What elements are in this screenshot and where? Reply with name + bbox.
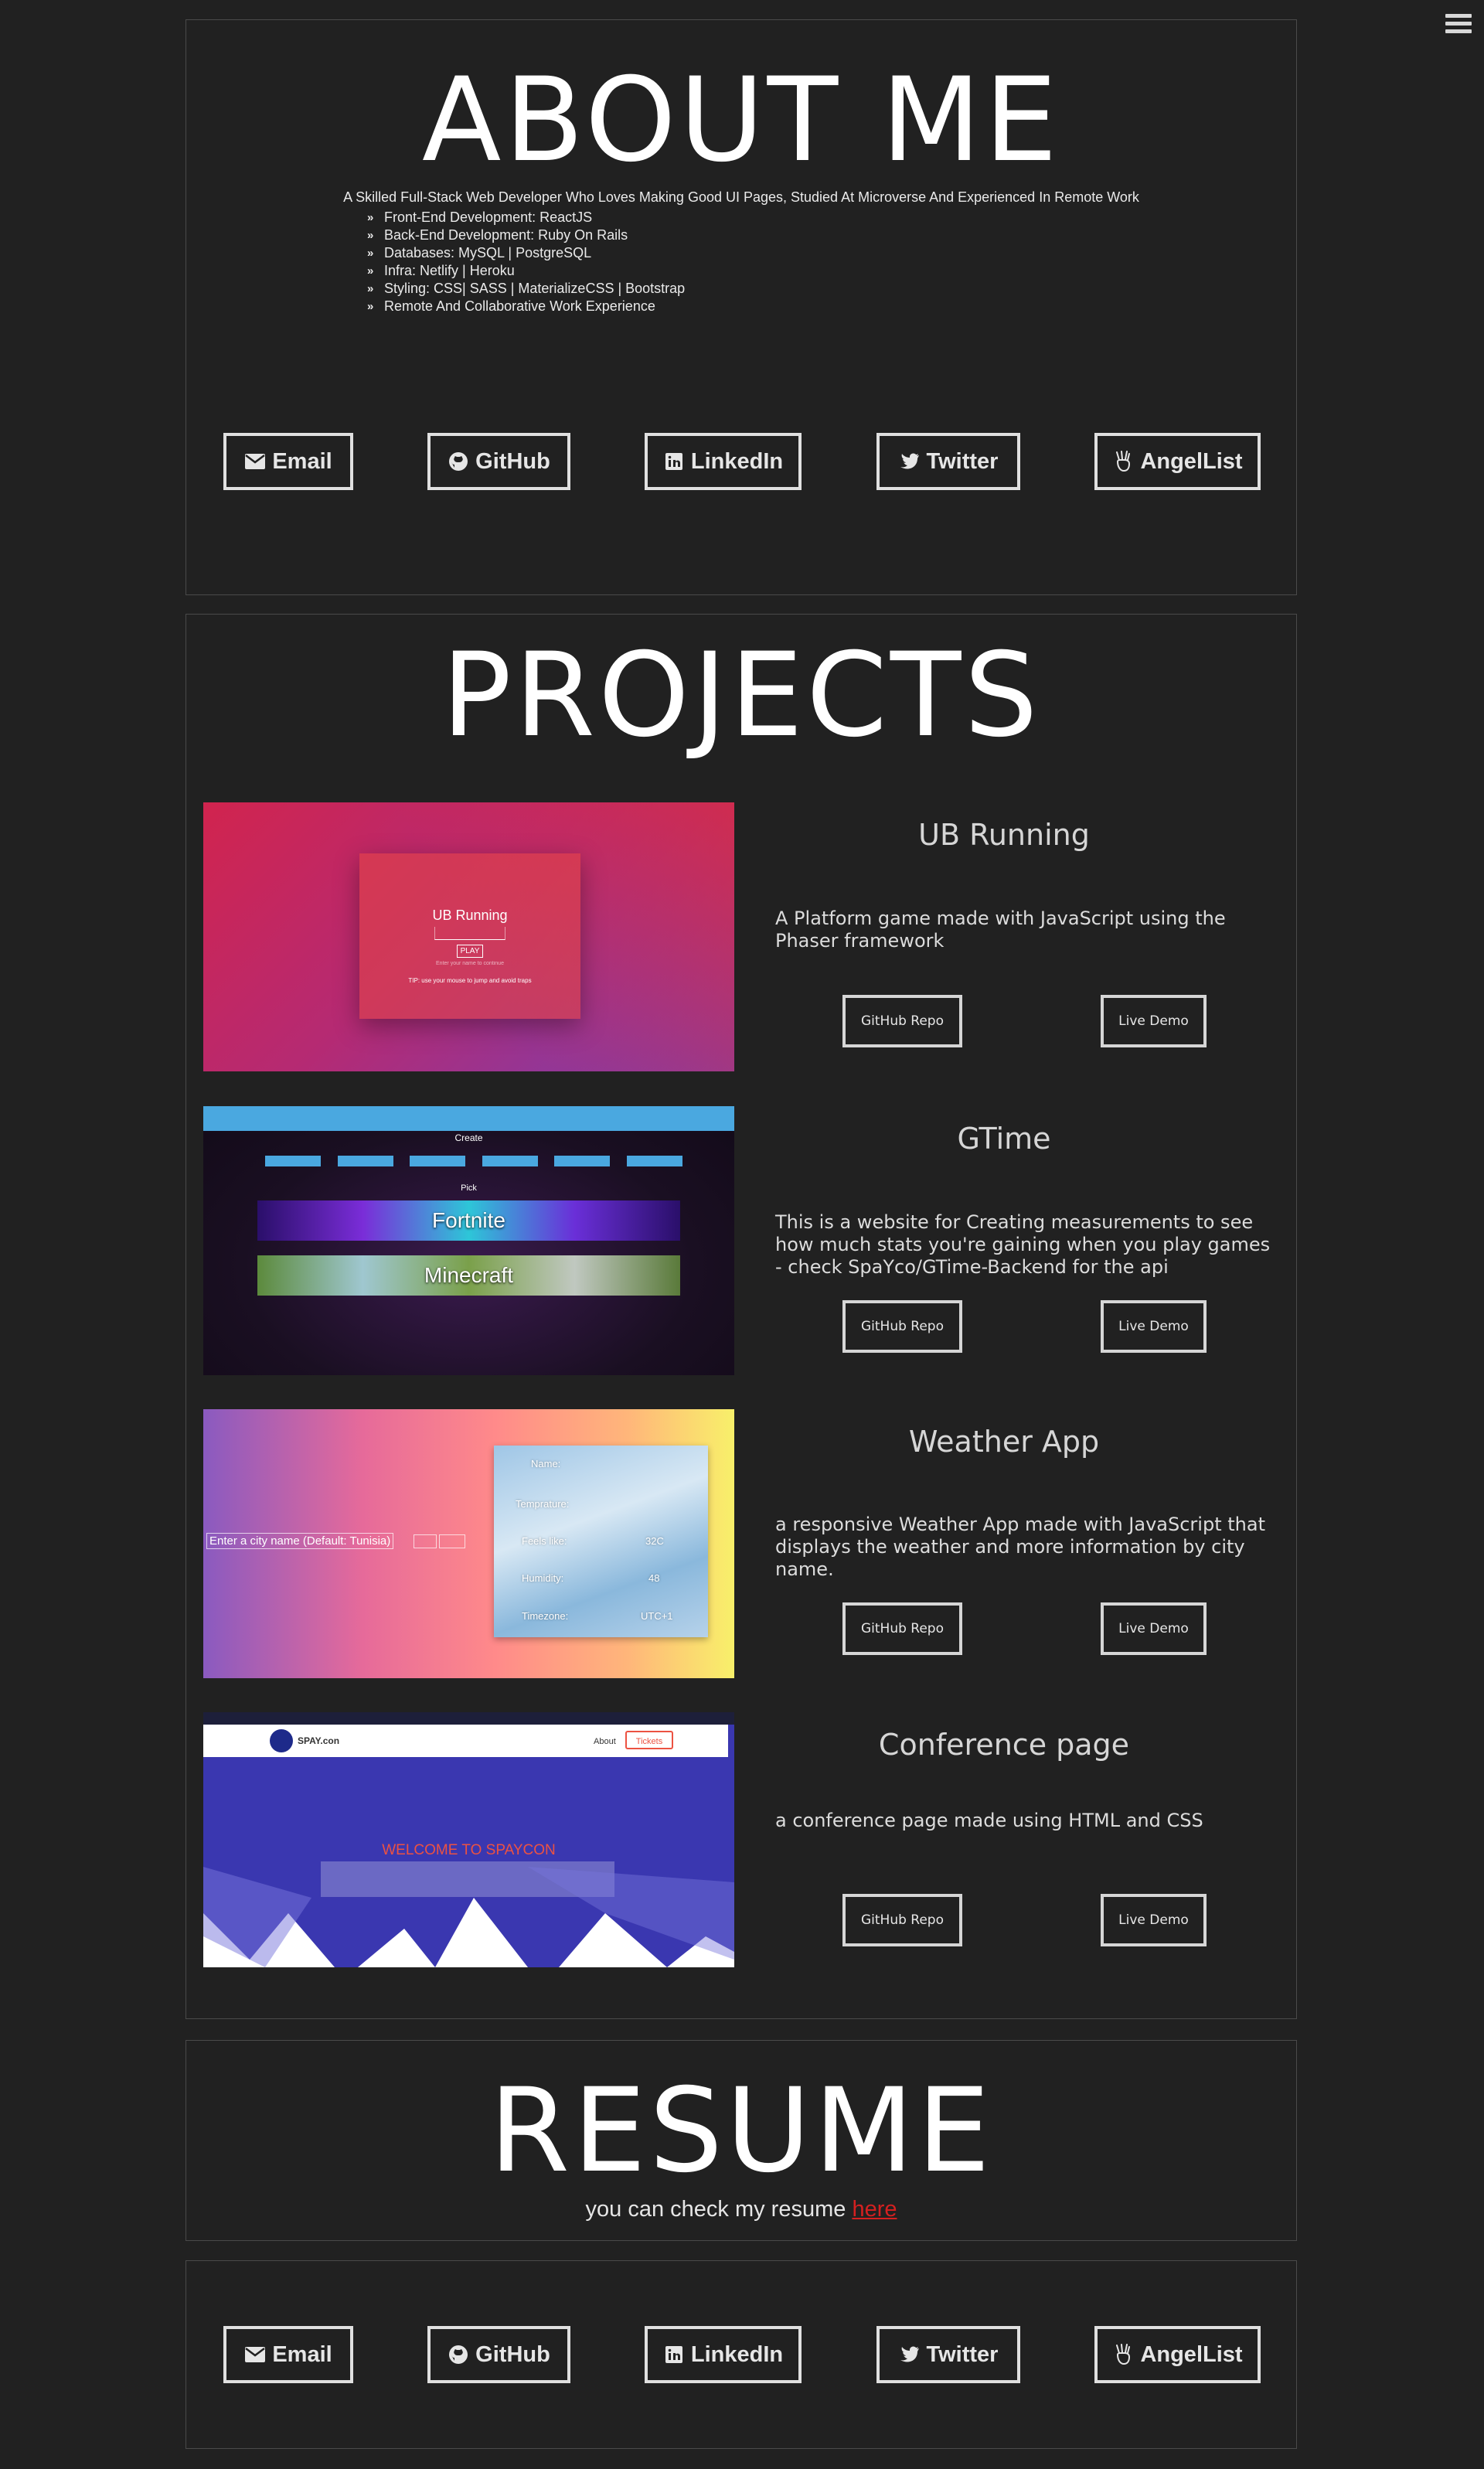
live-demo-button[interactable]: Live Demo <box>1101 1300 1207 1353</box>
skill-item: » Infra: Netlify | Heroku <box>367 263 515 278</box>
screenshot-topbar <box>203 1712 734 1725</box>
double-chevron-icon: » <box>367 229 373 242</box>
project-screenshot[interactable]: Create Pick Fortnite Minecraft <box>203 1106 734 1375</box>
contact-links: Email GitHub LinkedIn Twitter AngelList <box>186 433 1296 490</box>
angellist-icon <box>1112 2344 1134 2365</box>
double-chevron-icon: » <box>367 211 373 224</box>
skill-item: » Databases: MySQL | PostgreSQL <box>367 245 592 261</box>
twitter-button[interactable]: Twitter <box>876 433 1020 490</box>
screenshot-weather-card: Name: Temprature: Feels like: 32C Humidi… <box>494 1446 708 1637</box>
github-repo-button[interactable]: GitHub Repo <box>842 995 962 1047</box>
project-screenshot[interactable]: UB Running PLAY Enter your name to conti… <box>203 802 734 1071</box>
twitter-button[interactable]: Twitter <box>876 2326 1020 2383</box>
project-description: a responsive Weather App made with JavaS… <box>775 1514 1265 1580</box>
screenshot-tickets-button: Tickets <box>625 1731 673 1749</box>
github-icon <box>448 451 469 472</box>
linkedin-icon <box>663 2344 685 2365</box>
project-description: This is a website for Creating measureme… <box>775 1211 1271 1278</box>
project-card: Enter a city name (Default: Tunisia) Nam… <box>203 1409 1278 1680</box>
screenshot-welcome: WELCOME TO SPAYCON <box>382 1842 556 1858</box>
linkedin-button[interactable]: LinkedIn <box>645 433 802 490</box>
screenshot-navbar <box>203 1106 734 1131</box>
project-card: Create Pick Fortnite Minecraft GTime Thi… <box>203 1106 1278 1377</box>
screenshot-name-input <box>434 927 505 940</box>
github-repo-button[interactable]: GitHub Repo <box>842 1602 962 1655</box>
screenshot-hint: Enter your name to continue <box>436 961 504 966</box>
double-chevron-icon: » <box>367 300 373 313</box>
screenshot-game-fortnite: Fortnite <box>257 1200 680 1241</box>
project-title: Conference page <box>878 1728 1130 1762</box>
hamburger-icon <box>1445 14 1472 33</box>
resume-section: RESUME you can check my resume here <box>186 2040 1297 2241</box>
screenshot-tip: TIP: use your mouse to jump and avoid tr… <box>408 977 532 984</box>
screenshot-search-button <box>439 1534 465 1548</box>
menu-button[interactable] <box>1445 14 1472 37</box>
angellist-button[interactable]: AngelList <box>1094 433 1261 490</box>
resume-text: you can check my resume here <box>585 2197 897 2222</box>
screenshot-brand: SPAY.con <box>298 1735 340 1746</box>
resume-title: RESUME <box>488 2064 994 2198</box>
github-repo-button[interactable]: GitHub Repo <box>842 1894 962 1946</box>
angellist-icon <box>1112 451 1134 472</box>
screenshot-logo <box>270 1729 293 1752</box>
project-description: A Platform game made with JavaScript usi… <box>775 908 1226 952</box>
project-card: UB Running PLAY Enter your name to conti… <box>203 802 1278 1073</box>
skill-item: » Back-End Development: Ruby On Rails <box>367 227 628 243</box>
twitter-icon <box>899 451 921 472</box>
linkedin-button[interactable]: LinkedIn <box>645 2326 802 2383</box>
resume-link[interactable]: here <box>852 2197 897 2222</box>
screenshot-mountains <box>203 1867 734 1967</box>
project-title: Weather App <box>908 1425 1100 1459</box>
about-intro: A Skilled Full-Stack Web Developer Who L… <box>343 189 1139 205</box>
github-button[interactable]: GitHub <box>427 433 570 490</box>
screenshot-create-label: Create <box>454 1132 483 1143</box>
screenshot-title: UB Running <box>432 908 508 923</box>
skill-item: » Styling: CSS| SASS | MaterializeCSS | B… <box>367 281 686 296</box>
project-title: GTime <box>957 1122 1051 1156</box>
project-description: a conference page made using HTML and CS… <box>775 1810 1203 1831</box>
projects-title: PROJECTS <box>441 628 1041 763</box>
project-screenshot[interactable]: Enter a city name (Default: Tunisia) Nam… <box>203 1409 734 1678</box>
contact-links: Email GitHub LinkedIn Twitter AngelList <box>186 2326 1296 2383</box>
screenshot-unit-toggle <box>414 1534 437 1548</box>
project-screenshot[interactable]: SPAY.con About Tickets WELCOME TO SPAYCO… <box>203 1712 734 1967</box>
double-chevron-icon: » <box>367 264 373 278</box>
project-title: UB Running <box>918 818 1090 852</box>
screenshot-play-button: PLAY <box>456 945 484 958</box>
screenshot-pick-label: Pick <box>461 1183 477 1193</box>
skill-item: » Remote And Collaborative Work Experienc… <box>367 298 655 314</box>
envelope-icon <box>244 2344 266 2365</box>
game-start-modal: UB Running PLAY Enter your name to conti… <box>359 853 580 1019</box>
screenshot-stat-chips <box>265 1156 682 1166</box>
double-chevron-icon: » <box>367 247 373 260</box>
contact-section: Email GitHub LinkedIn Twitter AngelList <box>186 2260 1297 2449</box>
linkedin-icon <box>663 451 685 472</box>
skills-list: » Front-End Development: ReactJS » Back-En… <box>367 209 685 315</box>
envelope-icon <box>244 451 266 472</box>
live-demo-button[interactable]: Live Demo <box>1101 995 1207 1047</box>
screenshot-game-minecraft: Minecraft <box>257 1255 680 1296</box>
skill-item: » Front-End Development: ReactJS <box>367 209 593 225</box>
live-demo-button[interactable]: Live Demo <box>1101 1894 1207 1946</box>
live-demo-button[interactable]: Live Demo <box>1101 1602 1207 1655</box>
screenshot-nav-about: About <box>594 1737 616 1746</box>
github-repo-button[interactable]: GitHub Repo <box>842 1300 962 1353</box>
about-section: ABOUT ME A Skilled Full-Stack Web Develo… <box>186 19 1297 595</box>
angellist-button[interactable]: AngelList <box>1094 2326 1261 2383</box>
twitter-icon <box>899 2344 921 2365</box>
email-button[interactable]: Email <box>223 2326 353 2383</box>
double-chevron-icon: » <box>367 282 373 295</box>
github-button[interactable]: GitHub <box>427 2326 570 2383</box>
screenshot-city-input: Enter a city name (Default: Tunisia) <box>206 1533 394 1549</box>
github-icon <box>448 2344 469 2365</box>
projects-section: PROJECTS UB Running PLAY Enter your name… <box>186 614 1297 2019</box>
about-title: ABOUT ME <box>421 53 1061 188</box>
project-card: SPAY.con About Tickets WELCOME TO SPAYCO… <box>203 1712 1278 1983</box>
email-button[interactable]: Email <box>223 433 353 490</box>
